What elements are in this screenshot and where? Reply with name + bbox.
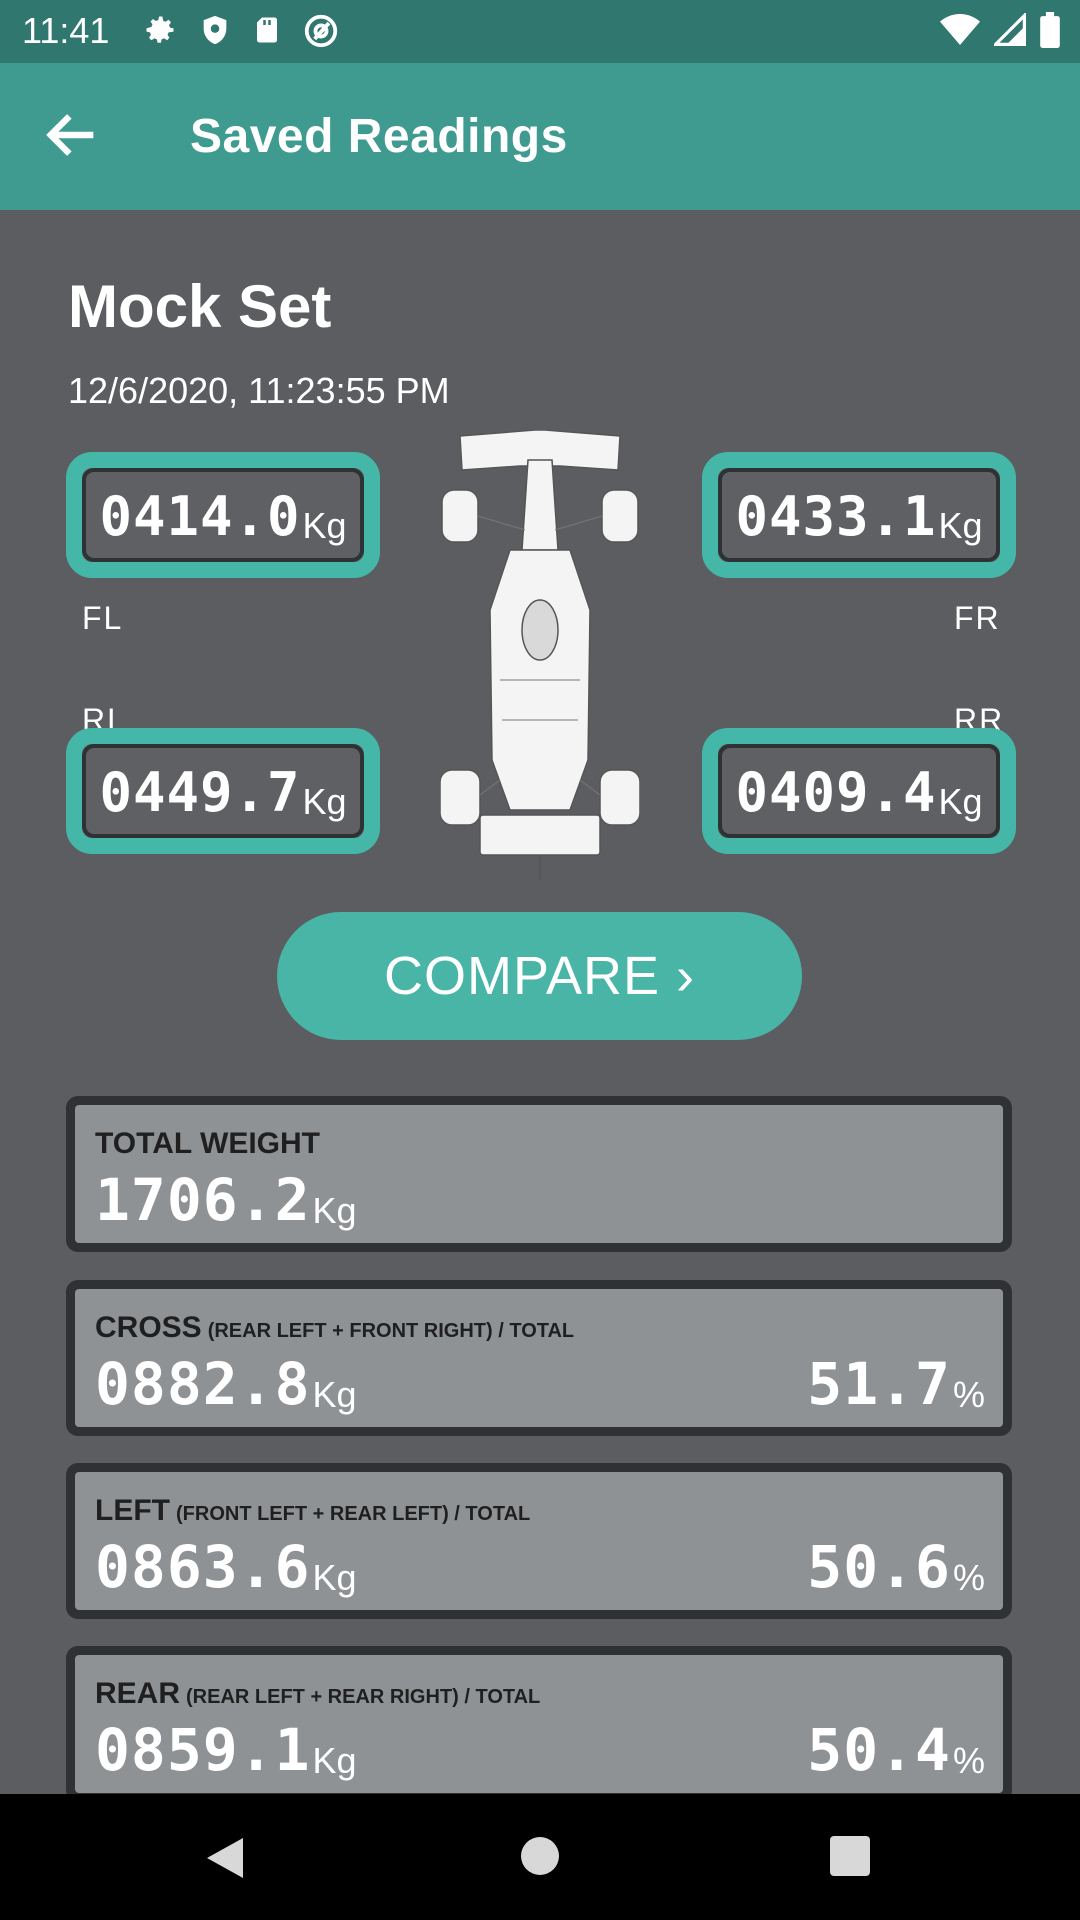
system-navigation-bar (0, 1794, 1080, 1920)
card-percent-unit: % (952, 1740, 985, 1781)
card-unit: Kg (312, 1557, 357, 1598)
card-title: TOTAL WEIGHT (95, 1127, 320, 1160)
shield-icon (203, 15, 227, 45)
card-title: REAR (95, 1677, 181, 1710)
total-weight-card: TOTAL WEIGHT 1706.2 Kg (66, 1096, 1012, 1252)
rear-left-value: 0449.7 (99, 761, 301, 824)
wifi-icon (940, 14, 980, 45)
rear-right-weight-box: 0409.4 Kg (702, 728, 1016, 854)
cross-card: CROSS (REAR LEFT + FRONT RIGHT) / TOTAL 0… (66, 1280, 1012, 1436)
battery-icon (1040, 12, 1060, 48)
front-left-unit: Kg (302, 505, 347, 546)
page-title: Saved Readings (190, 110, 568, 163)
nav-home-icon[interactable] (520, 1836, 560, 1876)
rear-left-weight-box: 0449.7 Kg (66, 728, 380, 854)
rear-right-value: 0409.4 (735, 761, 937, 824)
front-right-value: 0433.1 (735, 485, 937, 548)
sd-card-icon (257, 17, 277, 43)
left-card: LEFT (FRONT LEFT + REAR LEFT) / TOTAL 086… (66, 1463, 1012, 1619)
compare-button[interactable]: COMPARE › (277, 912, 802, 1040)
card-percent: 50.6 (807, 1533, 951, 1601)
card-percent-unit: % (952, 1374, 985, 1415)
signal-icon (994, 13, 1026, 46)
reading-name: Mock Set (68, 273, 332, 340)
reading-date: 12/6/2020, 11:23:55 PM (68, 370, 450, 411)
rear-card: REAR (REAR LEFT + REAR RIGHT) / TOTAL 085… (66, 1646, 1012, 1802)
front-right-weight-box: 0433.1 Kg (702, 452, 1016, 578)
card-title: LEFT (95, 1494, 170, 1527)
nav-recents-icon[interactable] (830, 1836, 870, 1876)
front-left-value: 0414.0 (99, 485, 301, 548)
nav-back-icon[interactable] (203, 1834, 247, 1882)
at-sign-icon (304, 14, 338, 48)
card-value: 0882.8 (95, 1350, 311, 1418)
card-subtitle: (FRONT LEFT + REAR LEFT) / TOTAL (176, 1503, 531, 1525)
card-unit: Kg (312, 1374, 357, 1415)
card-percent: 51.7 (807, 1350, 951, 1418)
card-value: 0863.6 (95, 1533, 311, 1601)
card-subtitle: (REAR LEFT + REAR RIGHT) / TOTAL (186, 1686, 541, 1708)
back-arrow-icon[interactable] (40, 103, 104, 167)
card-percent-unit: % (952, 1557, 985, 1598)
rear-left-unit: Kg (302, 781, 347, 822)
front-right-unit: Kg (938, 505, 983, 546)
card-value: 0859.1 (95, 1716, 311, 1784)
card-title: CROSS (95, 1311, 202, 1344)
card-value: 1706.2 (95, 1166, 311, 1234)
race-car-top-view-image (440, 430, 640, 880)
card-unit: Kg (312, 1190, 357, 1231)
card-percent: 50.4 (807, 1716, 951, 1784)
front-right-label: FR (954, 600, 1001, 636)
front-left-weight-box: 0414.0 Kg (66, 452, 380, 578)
card-unit: Kg (312, 1740, 357, 1781)
card-subtitle: (REAR LEFT + FRONT RIGHT) / TOTAL (207, 1320, 575, 1342)
app-bar: Saved Readings (0, 63, 1080, 210)
front-left-label: FL (82, 600, 124, 636)
status-time: 11:41 (22, 10, 110, 51)
gear-icon (146, 16, 174, 43)
status-bar: 11:41 (0, 0, 1080, 63)
rear-right-unit: Kg (938, 781, 983, 822)
